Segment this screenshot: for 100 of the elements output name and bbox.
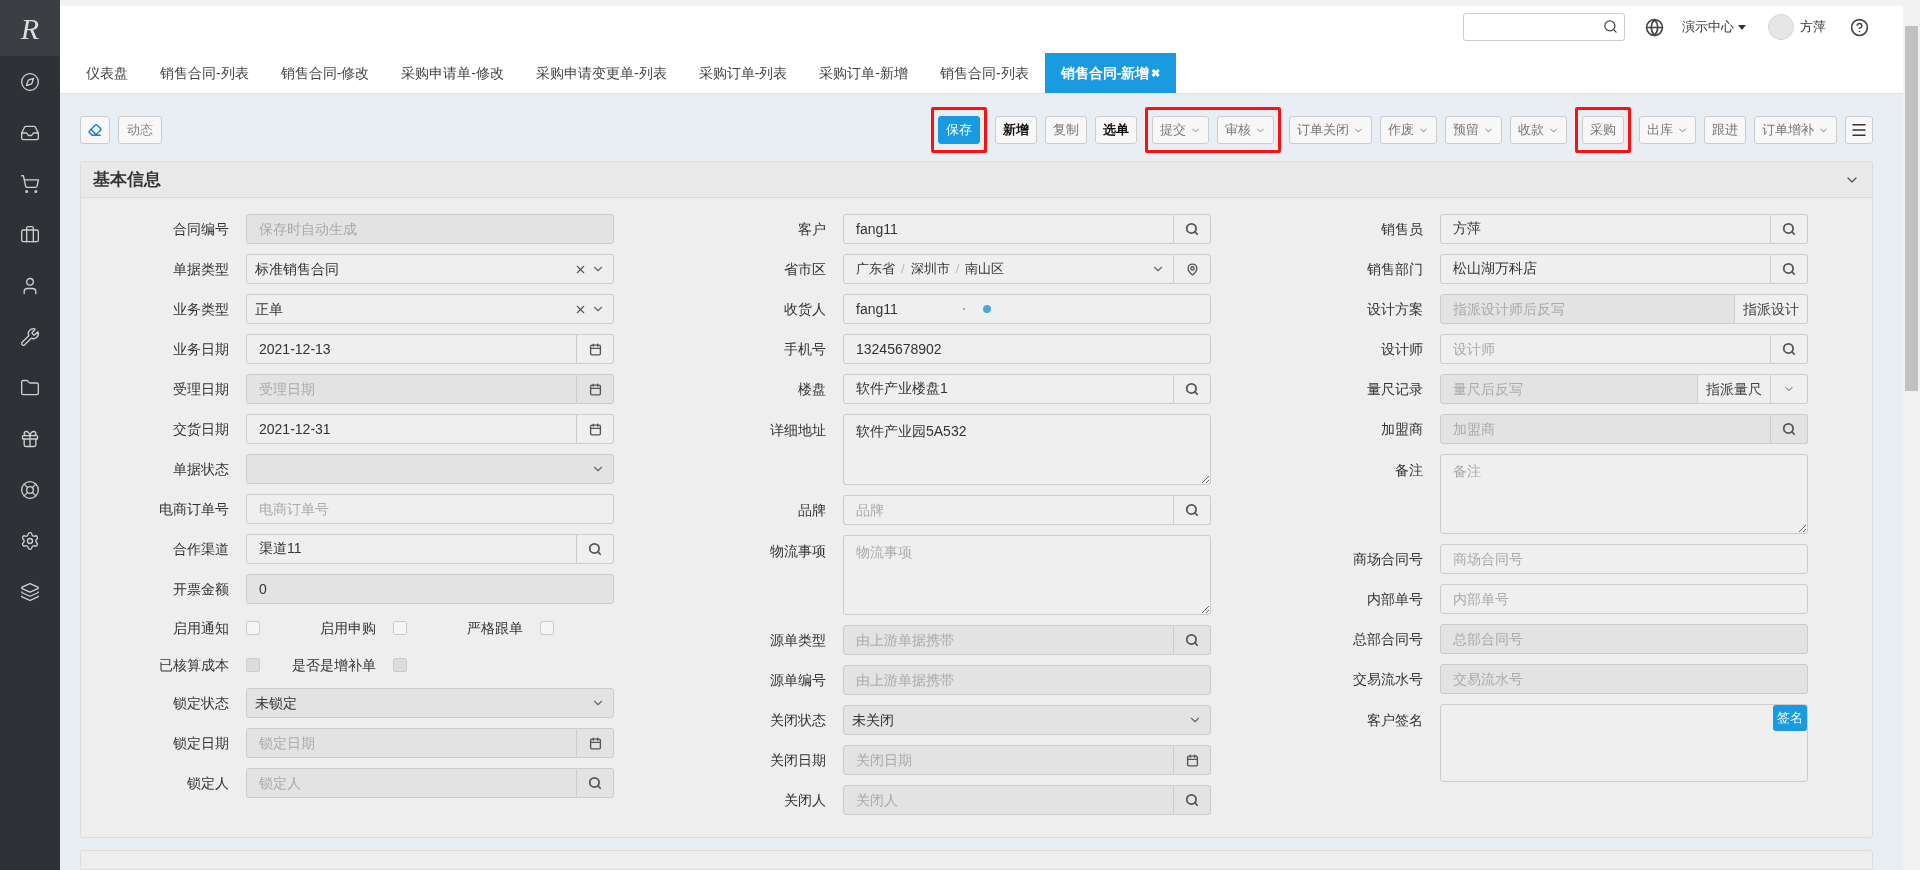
checkbox[interactable] [393, 621, 407, 635]
field-label: 源单编号 [770, 670, 826, 690]
panel-title: 基本信息 [93, 168, 161, 191]
search-icon [1185, 382, 1199, 396]
checkbox-label: 是否是增补单 [292, 655, 376, 675]
toolbar-button[interactable]: 新增 [995, 116, 1037, 144]
region-text: 南山区 [965, 260, 1005, 279]
globe-icon[interactable] [1645, 17, 1664, 37]
text-area[interactable]: 备注 [1440, 454, 1808, 534]
field-label: 销售员 [1381, 219, 1423, 239]
input-field[interactable]: 2021-12-31 [246, 414, 577, 444]
field-label: 业务类型 [173, 299, 229, 319]
caret-icon [1738, 24, 1746, 30]
field-label: 单据状态 [173, 459, 229, 479]
scrollbar[interactable] [1903, 0, 1920, 870]
field-label: 关闭状态 [770, 710, 826, 730]
field-label: 省市区 [784, 259, 826, 279]
search-icon [1185, 503, 1199, 517]
input-field[interactable]: fang11 [843, 214, 1174, 244]
search-field[interactable] [1463, 13, 1625, 42]
input-field[interactable]: 渠道11 [246, 534, 577, 564]
search-button[interactable] [1771, 334, 1808, 364]
separator-text: / [955, 260, 960, 279]
search-icon [1782, 422, 1796, 436]
field-label: 电商订单号 [159, 499, 229, 519]
checkbox-label: 已核算成本 [159, 655, 229, 675]
search-icon [588, 542, 602, 556]
input-field[interactable]: 品牌 [843, 495, 1174, 525]
location-button[interactable] [1174, 254, 1211, 284]
search-button[interactable] [1174, 214, 1211, 244]
logo[interactable]: R [0, 0, 60, 56]
search-button[interactable] [577, 534, 614, 564]
pin-icon [1185, 262, 1199, 276]
menu-button[interactable] [1845, 116, 1873, 144]
checkbox[interactable] [540, 621, 554, 635]
field-label: 销售部门 [1367, 259, 1423, 279]
field-label: 关闭日期 [770, 750, 826, 770]
search-icon [1782, 342, 1796, 356]
field-label: 客户签名 [1367, 711, 1423, 730]
field-label: 业务日期 [173, 339, 229, 359]
calendar-button[interactable] [577, 334, 614, 364]
field-label: 交易流水号 [1353, 669, 1423, 689]
search-icon[interactable] [1603, 19, 1618, 35]
field-label: 品牌 [798, 500, 826, 520]
checkbox[interactable] [246, 621, 260, 635]
field-label: 合同编号 [173, 219, 229, 239]
tab[interactable]: 销售合同-修改 [264, 53, 386, 93]
field-label: 物流事项 [770, 542, 826, 561]
briefcase-icon [20, 224, 40, 245]
field-label: 锁定日期 [173, 733, 229, 753]
search-button[interactable] [1174, 495, 1211, 525]
tab[interactable]: 采购申请单-修改 [385, 53, 520, 93]
search-icon [1782, 222, 1796, 236]
field-label: 详细地址 [770, 421, 826, 440]
input-field[interactable]: 方萍 [1440, 214, 1771, 244]
tab[interactable]: 采购申请变更单-列表 [520, 53, 683, 93]
wrench-icon [20, 326, 40, 347]
input-field[interactable]: 2021-12-13 [246, 334, 577, 364]
calendar-button[interactable] [577, 414, 614, 444]
input-field[interactable]: 13245678902 [843, 334, 1211, 364]
eraser-button[interactable] [80, 116, 110, 144]
input-field[interactable]: 设计师 [1440, 334, 1771, 364]
toolbar-button[interactable]: 选单 [1095, 116, 1137, 144]
checkbox-label: 严格跟单 [467, 618, 523, 638]
compass-icon [20, 71, 40, 92]
field-label: 锁定状态 [173, 693, 229, 713]
input-field[interactable]: 商场合同号 [1440, 544, 1808, 574]
tab[interactable]: 采购订单-列表 [682, 53, 804, 93]
settings-icon [20, 530, 40, 551]
tab[interactable]: 销售合同-列表 [144, 53, 265, 93]
field-label: 内部单号 [1367, 589, 1423, 609]
text-area[interactable]: 软件产业园5A532 [843, 414, 1211, 485]
input-field[interactable]: 内部单号 [1440, 584, 1808, 614]
field-label: 收货人 [784, 299, 826, 319]
input-field[interactable]: 电商订单号 [246, 494, 614, 524]
select-field[interactable]: 正单 [246, 294, 614, 324]
input-field[interactable]: 软件产业楼盘1 [843, 374, 1174, 404]
calendar-icon [588, 382, 602, 396]
search-button[interactable] [1771, 214, 1808, 244]
region-select-field[interactable]: 广东省 / 深圳市 / 南山区 [843, 254, 1174, 284]
field-label: 锁定人 [187, 773, 229, 793]
org-menu[interactable]: 演示中心 [1682, 17, 1746, 37]
text-area[interactable]: 物流事项 [843, 535, 1211, 615]
tab[interactable]: 销售合同-列表 [924, 53, 1045, 93]
calendar-icon [588, 422, 602, 436]
input-field[interactable]: 松山湖万科店 [1440, 254, 1771, 284]
eraser-icon [88, 123, 102, 137]
checkbox-label: 启用通知 [173, 618, 229, 638]
tab[interactable]: 仪表盘 [70, 53, 144, 93]
user-name[interactable]: 方萍 [1800, 17, 1826, 37]
field-label: 源单类型 [770, 630, 826, 650]
search-button[interactable] [1174, 374, 1211, 404]
select-field[interactable]: 标准销售合同 [246, 254, 614, 284]
input-field[interactable]: fang11 [843, 294, 1211, 324]
field-label: 总部合同号 [1353, 629, 1423, 649]
help-icon[interactable] [1850, 17, 1869, 37]
search-button[interactable] [1771, 254, 1808, 284]
tab[interactable]: 采购订单-新增 [803, 53, 925, 93]
search-icon [588, 776, 602, 790]
field-label: 合作渠道 [173, 539, 229, 559]
